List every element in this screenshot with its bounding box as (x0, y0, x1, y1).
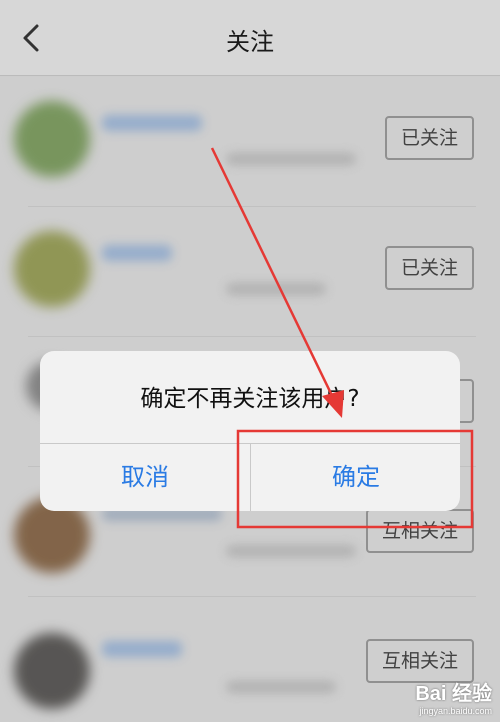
dialog-message: 确定不再关注该用户? (140, 386, 360, 412)
watermark-logo: Bai 经验 (415, 683, 492, 705)
watermark-url: jingyan.baidu.com (419, 706, 492, 716)
confirm-button[interactable]: 确定 (251, 444, 460, 511)
cancel-button[interactable]: 取消 (40, 444, 250, 511)
unfollow-confirm-dialog: 确定不再关注该用户? 取消 确定 (40, 351, 460, 511)
watermark: Bai 经验 jingyan.baidu.com (415, 677, 492, 716)
